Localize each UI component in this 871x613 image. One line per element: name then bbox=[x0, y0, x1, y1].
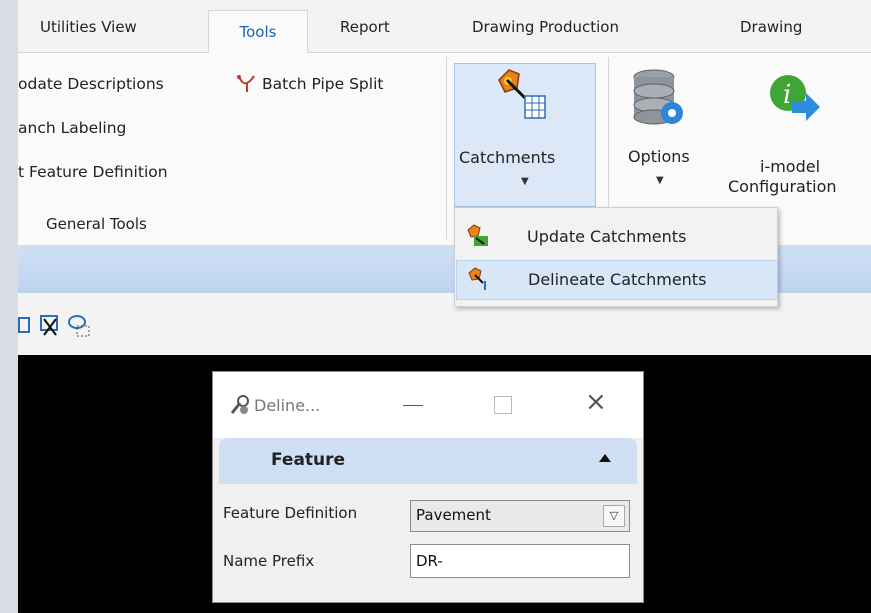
maximize-icon[interactable] bbox=[494, 396, 512, 414]
options-button[interactable]: Options ▼ bbox=[620, 63, 700, 205]
chevron-down-icon: ▼ bbox=[521, 176, 529, 187]
feature-definition-value: Pavement bbox=[416, 506, 491, 524]
imodel-icon: i bbox=[766, 71, 822, 131]
pipe-split-icon bbox=[236, 73, 258, 99]
branch-labeling-button[interactable]: anch Labeling bbox=[18, 119, 126, 137]
feature-definition-label: Feature Definition bbox=[223, 504, 358, 522]
ribbon-separator bbox=[608, 57, 609, 207]
tab-drawing[interactable]: Drawing bbox=[740, 18, 802, 36]
catchments-button[interactable]: Catchments ▼ bbox=[454, 63, 596, 207]
delineate-catchments-icon bbox=[467, 267, 491, 295]
menu-item-update-catchments[interactable]: Update Catchments bbox=[456, 217, 776, 257]
name-prefix-label: Name Prefix bbox=[223, 552, 315, 570]
scissors-icon[interactable] bbox=[38, 313, 64, 343]
tab-tools[interactable]: Tools bbox=[208, 10, 308, 53]
tab-utilities-view[interactable]: Utilities View bbox=[40, 18, 137, 36]
batch-pipe-split-button[interactable]: Batch Pipe Split bbox=[262, 75, 383, 93]
dialog-title-bar[interactable]: Deline... × bbox=[213, 372, 643, 438]
dialog-title: Deline... bbox=[254, 396, 321, 415]
options-label: Options bbox=[628, 147, 690, 166]
dropdown-arrow-icon[interactable]: ▽ bbox=[603, 505, 625, 527]
ribbon-tab-bar: Utilities View Tools Report Drawing Prod… bbox=[18, 0, 871, 53]
delineate-catchments-dialog: Deline... × Feature Feature Definition P… bbox=[212, 371, 644, 603]
catchments-label: Catchments bbox=[459, 148, 556, 167]
set-feature-definition-button[interactable]: t Feature Definition bbox=[18, 163, 168, 181]
tab-drawing-production[interactable]: Drawing Production bbox=[472, 18, 619, 36]
minimize-icon[interactable] bbox=[403, 405, 423, 406]
dialog-tool-icon bbox=[229, 394, 251, 420]
chevron-down-icon: ▼ bbox=[656, 175, 664, 186]
select-icon[interactable] bbox=[18, 315, 32, 339]
catchments-dropdown-menu: Update Catchments Delineate Catchments bbox=[454, 207, 778, 307]
close-icon[interactable]: × bbox=[585, 389, 607, 415]
tab-report[interactable]: Report bbox=[340, 18, 390, 36]
feature-section-header[interactable]: Feature bbox=[219, 438, 637, 484]
name-prefix-value: DR- bbox=[416, 552, 443, 570]
delineate-catchments-label: Delineate Catchments bbox=[528, 270, 707, 289]
svg-text:i: i bbox=[783, 80, 791, 110]
collapse-icon[interactable] bbox=[597, 450, 613, 469]
imodel-label-line2: Configuration bbox=[728, 177, 837, 196]
catchments-icon bbox=[495, 68, 547, 126]
update-catchments-icon bbox=[466, 224, 490, 252]
imodel-configuration-button[interactable]: i i-model Configuration bbox=[724, 63, 871, 205]
update-descriptions-button[interactable]: odate Descriptions bbox=[18, 75, 164, 93]
menu-item-delineate-catchments[interactable]: Delineate Catchments bbox=[456, 260, 778, 300]
feature-definition-select[interactable]: Pavement ▽ bbox=[410, 500, 630, 532]
left-edge-strip bbox=[0, 0, 18, 613]
general-tools-group-label: General Tools bbox=[46, 215, 147, 233]
name-prefix-input[interactable]: DR- bbox=[410, 544, 630, 578]
lasso-icon[interactable] bbox=[66, 313, 92, 343]
ribbon-separator bbox=[446, 57, 447, 239]
feature-section-title: Feature bbox=[271, 450, 346, 470]
options-icon bbox=[630, 67, 686, 133]
imodel-label-line1: i-model bbox=[760, 157, 821, 176]
update-catchments-label: Update Catchments bbox=[527, 227, 687, 246]
